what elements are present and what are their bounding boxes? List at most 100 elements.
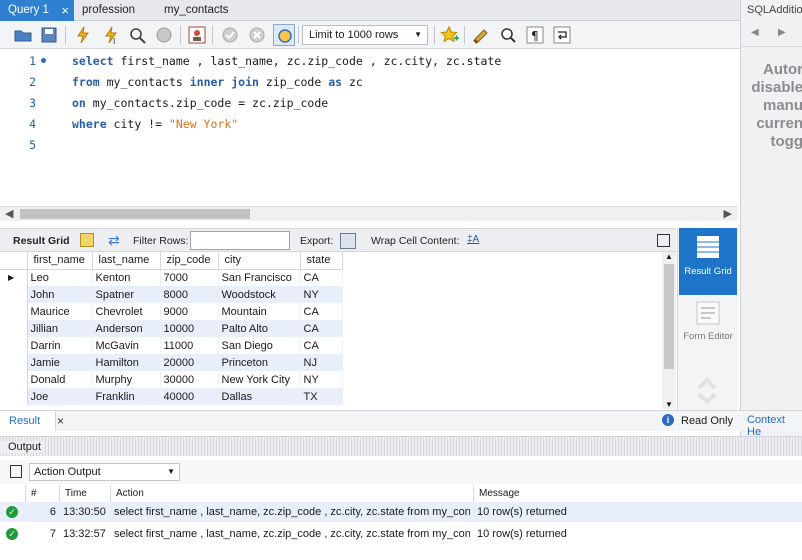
editor-horizontal-scrollbar[interactable]: ◀ ▶ bbox=[0, 206, 738, 221]
row-gutter[interactable] bbox=[0, 371, 28, 388]
sql-editor[interactable]: 1 select first_name , last_name, zc.zip_c… bbox=[0, 49, 740, 206]
table-cell[interactable]: CA bbox=[300, 303, 343, 320]
column-header-state[interactable]: state bbox=[300, 252, 343, 270]
column-header-city[interactable]: city bbox=[218, 252, 301, 270]
code-line[interactable]: select first_name , last_name, zc.zip_co… bbox=[72, 54, 501, 68]
tab-query-1[interactable]: Query 1 × bbox=[0, 0, 74, 21]
table-cell[interactable]: 9000 bbox=[160, 303, 219, 320]
tab-profession[interactable]: profession bbox=[74, 0, 156, 21]
code-line[interactable]: on my_contacts.zip_code = zc.zip_code bbox=[72, 96, 328, 110]
close-icon[interactable]: × bbox=[61, 0, 69, 21]
table-cell[interactable]: NY bbox=[300, 286, 343, 303]
open-folder-icon[interactable] bbox=[12, 24, 34, 46]
invisible-chars-pilcrow-icon[interactable]: ¶ bbox=[524, 24, 546, 46]
table-cell[interactable]: McGavin bbox=[92, 337, 161, 354]
export-icon[interactable] bbox=[340, 233, 356, 249]
table-cell[interactable]: San Francisco bbox=[218, 269, 301, 286]
table-cell[interactable]: Jillian bbox=[27, 320, 93, 337]
commit-icon[interactable] bbox=[219, 24, 241, 46]
table-cell[interactable]: 11000 bbox=[160, 337, 219, 354]
find-icon[interactable] bbox=[497, 24, 519, 46]
table-cell[interactable]: Leo bbox=[27, 269, 93, 286]
copy-icon[interactable] bbox=[10, 465, 22, 478]
refresh-icon[interactable]: ⇄ bbox=[108, 232, 120, 249]
wrap-lines-icon[interactable] bbox=[551, 24, 573, 46]
filter-rows-input[interactable] bbox=[190, 231, 290, 250]
table-cell[interactable]: Mountain bbox=[218, 303, 301, 320]
result-grid[interactable]: first_name last_name zip_code city state ▶ Le… bbox=[0, 252, 662, 409]
scrollbar-thumb[interactable] bbox=[20, 209, 250, 219]
table-cell[interactable]: TX bbox=[300, 388, 343, 405]
code-line[interactable]: where city != "New York" bbox=[72, 117, 238, 131]
form-editor-side-button[interactable]: Form Editor bbox=[679, 300, 737, 360]
table-cell[interactable]: Woodstock bbox=[218, 286, 301, 303]
table-row[interactable]: Maurice Chevrolet 9000 Mountain CA bbox=[0, 303, 343, 320]
table-cell[interactable]: John bbox=[27, 286, 93, 303]
grid-vertical-scrollbar[interactable]: ▲ ▼ bbox=[662, 252, 676, 409]
autocommit-icon[interactable] bbox=[273, 24, 295, 46]
toggle-results-icon[interactable] bbox=[186, 24, 208, 46]
table-cell[interactable]: 40000 bbox=[160, 388, 219, 405]
table-row[interactable]: Joe Franklin 40000 Dallas TX bbox=[0, 388, 343, 405]
row-gutter[interactable] bbox=[0, 354, 28, 371]
table-cell[interactable]: 7000 bbox=[160, 269, 219, 286]
add-snippet-star-icon[interactable] bbox=[438, 24, 460, 46]
scroll-chevrons-icon[interactable] bbox=[695, 374, 719, 406]
beautify-broom-icon[interactable] bbox=[470, 24, 492, 46]
row-gutter[interactable] bbox=[0, 303, 28, 320]
table-cell[interactable]: 30000 bbox=[160, 371, 219, 388]
table-cell[interactable]: San Diego bbox=[218, 337, 301, 354]
table-cell[interactable]: Spatner bbox=[92, 286, 161, 303]
column-header-last-name[interactable]: last_name bbox=[92, 252, 161, 270]
tab-result-30[interactable]: Result 30 bbox=[0, 411, 56, 447]
row-gutter[interactable] bbox=[0, 337, 28, 354]
table-cell[interactable]: Darrin bbox=[27, 337, 93, 354]
context-help-tab[interactable]: Context He bbox=[740, 410, 802, 438]
nav-forward-icon[interactable]: ▶ bbox=[778, 27, 786, 38]
grid-view-icon[interactable] bbox=[80, 233, 94, 247]
table-row[interactable]: Jillian Anderson 10000 Palto Alto CA bbox=[0, 320, 343, 337]
table-cell[interactable]: NY bbox=[300, 371, 343, 388]
table-cell[interactable]: 10000 bbox=[160, 320, 219, 337]
table-cell[interactable]: Joe bbox=[27, 388, 93, 405]
table-cell[interactable]: 20000 bbox=[160, 354, 219, 371]
explain-icon[interactable] bbox=[126, 24, 148, 46]
table-cell[interactable]: Maurice bbox=[27, 303, 93, 320]
table-cell[interactable]: CA bbox=[300, 320, 343, 337]
table-cell[interactable]: CA bbox=[300, 337, 343, 354]
scrollbar-thumb[interactable] bbox=[664, 264, 674, 369]
tab-my-contacts[interactable]: my_contacts bbox=[156, 0, 256, 21]
table-cell[interactable]: Murphy bbox=[92, 371, 161, 388]
table-cell[interactable]: 8000 bbox=[160, 286, 219, 303]
row-gutter[interactable] bbox=[0, 388, 28, 405]
table-cell[interactable]: Chevrolet bbox=[92, 303, 161, 320]
table-cell[interactable]: Palto Alto bbox=[218, 320, 301, 337]
execute-current-icon[interactable]: I bbox=[100, 24, 122, 46]
table-row[interactable]: Jamie Hamilton 20000 Princeton NJ bbox=[0, 354, 343, 371]
table-cell[interactable]: Princeton bbox=[218, 354, 301, 371]
table-cell[interactable]: Jamie bbox=[27, 354, 93, 371]
table-row[interactable]: John Spatner 8000 Woodstock NY bbox=[0, 286, 343, 303]
table-cell[interactable]: Anderson bbox=[92, 320, 161, 337]
rollback-icon[interactable] bbox=[246, 24, 268, 46]
table-cell[interactable]: NJ bbox=[300, 354, 343, 371]
table-cell[interactable]: Franklin bbox=[92, 388, 161, 405]
output-row[interactable]: ✓ 7 13:32:57 select first_name , last_name,… bbox=[0, 524, 802, 544]
scroll-right-arrow-icon[interactable]: ▶ bbox=[724, 207, 732, 222]
scroll-up-arrow-icon[interactable]: ▲ bbox=[665, 252, 673, 261]
save-icon[interactable] bbox=[38, 24, 60, 46]
nav-back-icon[interactable]: ◀ bbox=[751, 27, 759, 38]
result-grid-side-button[interactable]: Result Grid bbox=[679, 228, 737, 295]
column-header-first-name[interactable]: first_name bbox=[27, 252, 93, 270]
close-icon[interactable]: × bbox=[57, 414, 64, 428]
output-row[interactable]: ✓ 6 13:30:50 select first_name , last_name,… bbox=[0, 502, 802, 522]
stop-icon[interactable] bbox=[153, 24, 175, 46]
row-gutter[interactable]: ▶ bbox=[0, 269, 28, 286]
scroll-down-arrow-icon[interactable]: ▼ bbox=[665, 400, 673, 409]
execute-lightning-icon[interactable] bbox=[72, 24, 94, 46]
wrap-cell-icon[interactable]: ‡A bbox=[467, 234, 479, 245]
row-gutter[interactable] bbox=[0, 286, 28, 303]
table-cell[interactable]: CA bbox=[300, 269, 343, 286]
table-cell[interactable]: Kenton bbox=[92, 269, 161, 286]
table-cell[interactable]: Hamilton bbox=[92, 354, 161, 371]
